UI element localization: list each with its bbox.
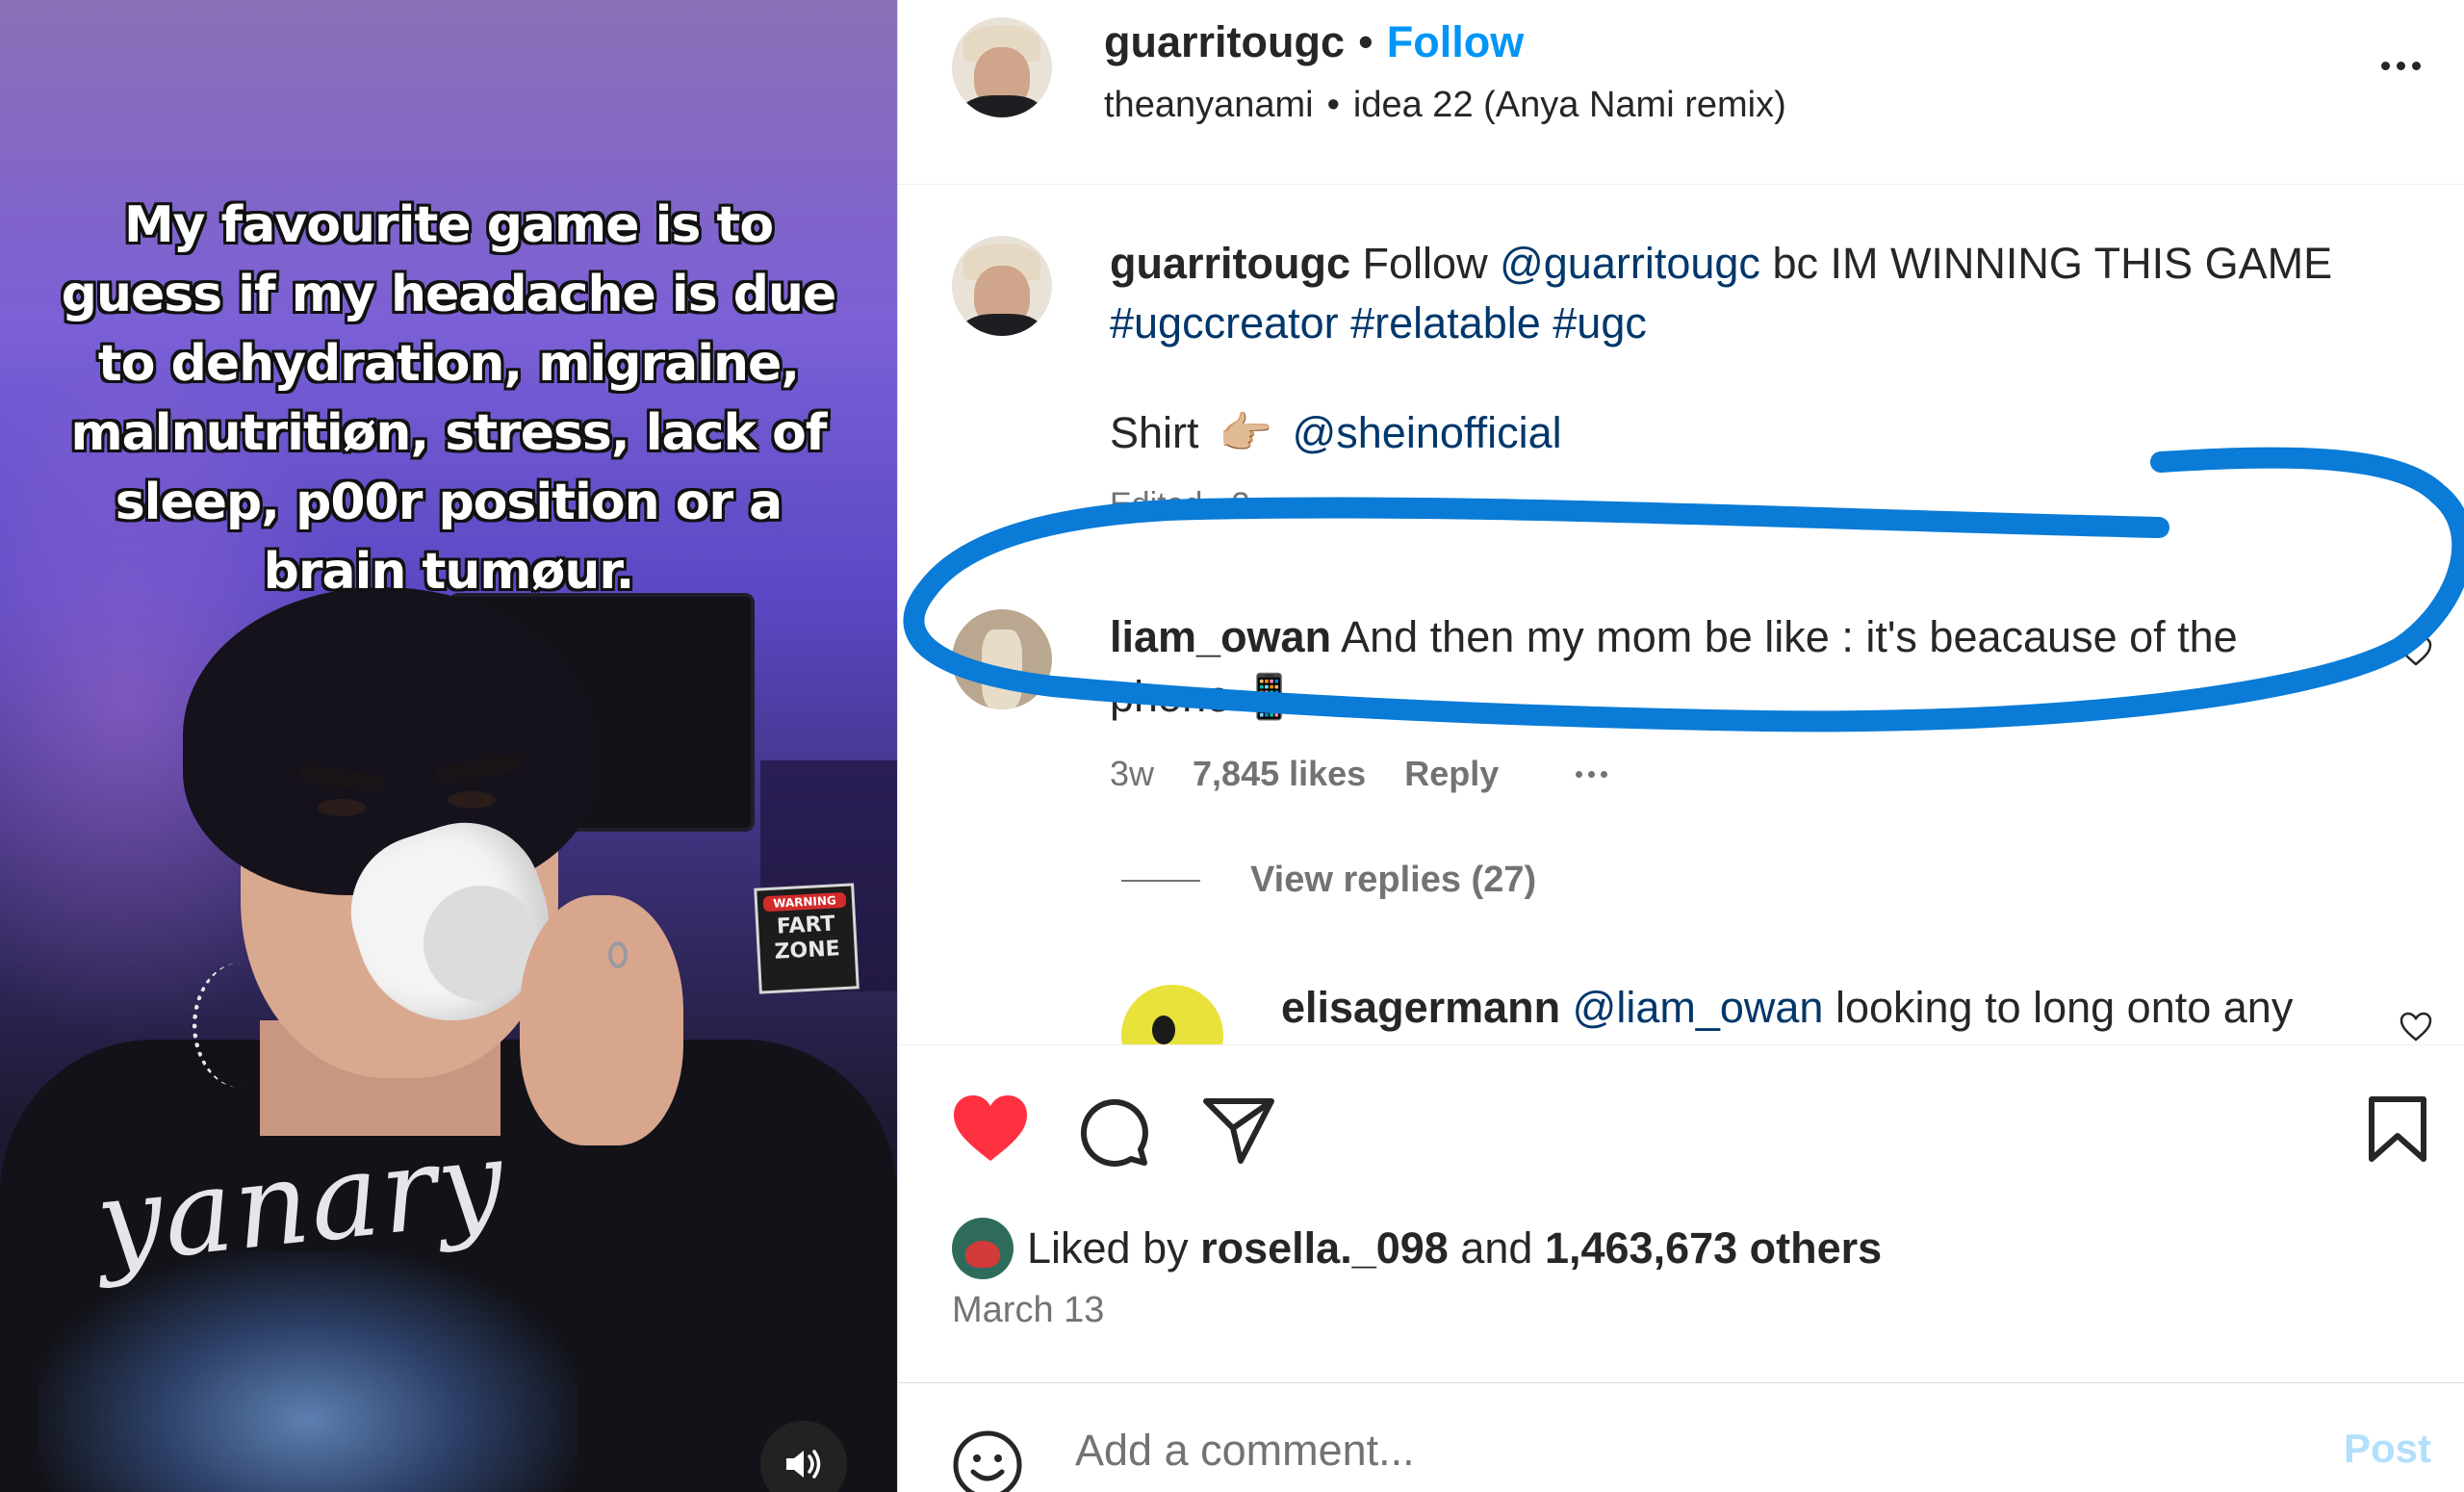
comment-username[interactable]: liam_owan xyxy=(1110,612,1331,661)
post-date: March 13 xyxy=(952,1290,1105,1330)
shirt-mention[interactable]: @sheinofficial xyxy=(1293,408,1562,457)
action-bar xyxy=(898,1044,2464,1218)
likes-summary: Liked by rosella._098 and 1,463,673 othe… xyxy=(952,1218,1882,1279)
video-player[interactable]: WARNING FART ZONE yanary My favourite ga… xyxy=(0,0,897,1492)
pointing-hand-icon: 👉🏼 xyxy=(1219,408,1273,457)
caption-hashtags[interactable]: #ugccreator #relatable #ugc xyxy=(1110,298,1647,347)
audio-track[interactable]: idea 22 (Anya Nami remix) xyxy=(1353,85,1786,125)
comment-icon[interactable] xyxy=(1077,1095,1148,1167)
reply-text: elisagermann @liam_owan looking to long … xyxy=(1281,983,2293,1033)
comments-section[interactable]: guarritougc Follow @guarritougc bc IM WI… xyxy=(898,186,2464,1044)
background-sign: WARNING FART ZONE xyxy=(754,883,860,994)
audio-separator: • xyxy=(1326,85,1340,125)
header-separator: • xyxy=(1358,17,1373,66)
header-user-row: guarritougc • Follow xyxy=(1104,17,1524,67)
sign-text: FART ZONE xyxy=(773,912,841,965)
author-avatar[interactable] xyxy=(952,17,1052,117)
comment-likes[interactable]: 7,845 likes xyxy=(1193,754,1366,794)
person-hand xyxy=(520,895,683,1145)
phone-icon: 📱 xyxy=(1242,672,1296,721)
person-ring xyxy=(608,941,628,968)
liker-avatar[interactable] xyxy=(952,1218,1014,1279)
post-panel: guarritougc • Follow theanyanami • idea 22 (… xyxy=(897,0,2464,1492)
add-comment-bar: Post xyxy=(898,1382,2464,1492)
caption-text: guarritougc Follow @guarritougc bc IM WI… xyxy=(1110,234,2400,353)
reply-username[interactable]: elisagermann xyxy=(1281,983,1560,1032)
comment-text: liam_owan And then my mom be like : it's… xyxy=(1110,607,2303,727)
caption-meta: Edited · 3w xyxy=(1110,486,1274,523)
view-replies-label: View replies (27) xyxy=(1250,860,1537,900)
likes-count[interactable]: 1,463,673 others xyxy=(1545,1223,1882,1273)
comment-age: 3w xyxy=(1110,754,1155,793)
comment-avatar[interactable] xyxy=(952,609,1052,709)
caption-shirt-line: Shirt 👉🏼 @sheinofficial xyxy=(1110,407,1562,458)
caption-text-after: bc IM WINNING THIS GAME xyxy=(1772,239,2333,288)
author-username[interactable]: guarritougc xyxy=(1104,17,1345,66)
post-header: guarritougc • Follow theanyanami • idea 22 (… xyxy=(898,0,2464,185)
caption-text-before: Follow xyxy=(1362,239,1488,288)
audio-user[interactable]: theanyanami xyxy=(1104,85,1314,125)
reply-button[interactable]: Reply xyxy=(1404,754,1499,794)
reply-like-icon[interactable] xyxy=(2400,1012,2432,1042)
caption-username[interactable]: guarritougc xyxy=(1110,239,1350,288)
reply-avatar[interactable] xyxy=(1121,985,1223,1044)
likes-middle: and xyxy=(1460,1223,1533,1273)
comment-meta: 3w 7,845 likes Reply xyxy=(1110,754,1608,794)
bookmark-icon[interactable] xyxy=(2368,1095,2427,1163)
smiley-icon[interactable] xyxy=(952,1429,1023,1492)
follow-button[interactable]: Follow xyxy=(1387,17,1524,66)
audio-row: theanyanami • idea 22 (Anya Nami remix) xyxy=(1104,85,1786,126)
speaker-icon xyxy=(786,1450,821,1479)
comment-more-icon[interactable] xyxy=(1576,770,1608,778)
reply-body: looking to long onto any xyxy=(1835,983,2294,1032)
share-icon[interactable] xyxy=(1202,1097,1275,1165)
post-comment-button[interactable]: Post xyxy=(2344,1426,2431,1472)
comment-input[interactable] xyxy=(1075,1422,2230,1479)
person-eye xyxy=(448,791,496,809)
heart-filled-icon[interactable] xyxy=(952,1093,1029,1165)
more-options-icon[interactable] xyxy=(2372,46,2429,85)
view-replies-button[interactable]: View replies (27) xyxy=(1121,860,1536,901)
caption-mention[interactable]: @guarritougc xyxy=(1500,239,1760,288)
replies-divider xyxy=(1121,879,1200,882)
caption-avatar[interactable] xyxy=(952,236,1052,336)
liker-username[interactable]: rosella._098 xyxy=(1200,1223,1449,1273)
sign-warning: WARNING xyxy=(762,891,847,913)
comment-like-icon[interactable] xyxy=(2400,636,2432,667)
video-caption-overlay: My favourite game is to guess if my head… xyxy=(61,196,837,601)
person-eye xyxy=(318,799,366,816)
reply-mention[interactable]: @liam_owan xyxy=(1573,983,1824,1032)
shirt-label: Shirt xyxy=(1110,408,1199,457)
likes-prefix: Liked by xyxy=(1027,1223,1189,1273)
